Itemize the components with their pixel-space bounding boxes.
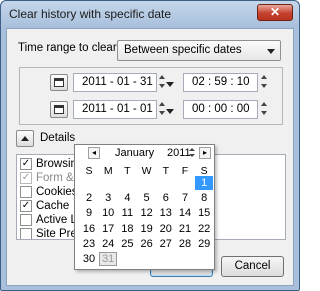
item-checkbox[interactable]	[20, 214, 32, 226]
calendar-day[interactable]: 19	[138, 222, 156, 236]
calendar-day[interactable]: 13	[157, 206, 175, 220]
calendar-day[interactable]: 6	[157, 191, 175, 205]
calendar-day[interactable]: 11	[118, 206, 136, 220]
calendar-day[interactable]: 4	[118, 191, 136, 205]
spin-up-icon	[159, 102, 165, 106]
to-date-field[interactable]: 2011 - 01 - 01	[73, 100, 157, 119]
calendar-day[interactable]: 1	[195, 176, 214, 190]
item-checkbox[interactable]: ✓	[20, 200, 32, 212]
close-icon: ✕	[269, 5, 281, 19]
spin-down-icon	[189, 154, 195, 157]
calendar-day[interactable]: 31	[99, 252, 118, 266]
calendar-day[interactable]: 2	[80, 191, 98, 205]
item-checkbox[interactable]	[20, 186, 32, 198]
prev-month-button[interactable]: ◂	[88, 147, 100, 159]
calendar-day[interactable]: 30	[80, 252, 98, 266]
dialog-body: Time range to clear: Between specific da…	[6, 28, 294, 286]
calendar-day[interactable]: 12	[138, 206, 156, 220]
calendar-day[interactable]: 10	[99, 206, 117, 220]
calendar-day[interactable]: 27	[157, 237, 175, 251]
spin-up-icon	[189, 148, 195, 151]
item-checkbox[interactable]	[20, 228, 32, 239]
chevron-up-icon	[21, 136, 29, 141]
spin-down-icon	[159, 84, 165, 88]
time-range-label: Time range to clear:	[18, 42, 120, 54]
spin-down-icon	[261, 84, 267, 88]
from-time-field[interactable]: 02 : 59 : 10	[183, 73, 258, 92]
chevron-left-icon: ◂	[91, 148, 96, 157]
item-label: Cookies	[36, 186, 78, 198]
weekday-header: W	[141, 165, 152, 177]
calendar-day[interactable]: 25	[118, 237, 136, 251]
calendar-day[interactable]: 15	[195, 206, 213, 220]
next-month-button[interactable]: ▸	[199, 147, 211, 159]
calendar-icon	[54, 78, 64, 87]
calendar-day[interactable]: 26	[138, 237, 156, 251]
calendar-popup: ◂ January 2011 ▸ S M T W T F S 1 2 3 4 5 6 7 8 9 10 11 12 1…	[74, 144, 215, 270]
calendar-header: ◂ January 2011 ▸	[75, 147, 216, 161]
calendar-month: January	[115, 147, 155, 159]
calendar-day[interactable]: 18	[118, 222, 136, 236]
close-button[interactable]: ✕	[257, 4, 293, 21]
to-time-field[interactable]: 00 : 00 : 00	[183, 100, 258, 119]
weekday-header: M	[103, 165, 113, 177]
calendar-day[interactable]: 21	[176, 222, 194, 236]
calendar-day[interactable]: 14	[176, 206, 194, 220]
to-date-dropdown-icon[interactable]	[166, 109, 174, 114]
from-time-spinner[interactable]	[260, 74, 270, 91]
spin-down-icon	[261, 111, 267, 115]
calendar-day[interactable]: 24	[99, 237, 117, 251]
dialog-window: Clear history with specific date ✕ Time …	[0, 0, 300, 291]
calendar-icon	[54, 105, 64, 114]
window-title: Clear history with specific date	[9, 7, 172, 21]
weekday-header: T	[162, 165, 169, 177]
from-calendar-button[interactable]	[50, 74, 68, 91]
cancel-button[interactable]: Cancel	[221, 256, 284, 277]
weekday-header: F	[181, 165, 189, 177]
weekday-header: T	[124, 165, 131, 177]
chevron-down-icon	[267, 49, 275, 54]
spin-up-icon	[261, 75, 267, 79]
from-date-dropdown-icon[interactable]	[166, 82, 174, 87]
calendar-day[interactable]: 9	[80, 206, 98, 220]
calendar-day[interactable]: 20	[157, 222, 175, 236]
spin-up-icon	[261, 102, 267, 106]
from-date-field[interactable]: 2011 - 01 - 31	[73, 73, 157, 92]
time-range-select[interactable]: Between specific dates	[117, 40, 281, 61]
item-checkbox: ✓	[20, 172, 32, 184]
calendar-day[interactable]: 22	[195, 222, 213, 236]
chevron-right-icon: ▸	[202, 148, 207, 157]
title-bar[interactable]: Clear history with specific date ✕	[1, 1, 299, 27]
calendar-day[interactable]: 16	[80, 222, 98, 236]
date-range-group: 2011 - 01 - 31 02 : 59 : 10 2011 - 01 - …	[19, 67, 283, 125]
item-label: Cache	[36, 200, 70, 212]
calendar-day[interactable]: 23	[80, 237, 98, 251]
spin-up-icon	[159, 75, 165, 79]
item-checkbox[interactable]: ✓	[20, 158, 32, 170]
calendar-day[interactable]: 8	[195, 191, 213, 205]
details-toggle-button[interactable]	[16, 130, 34, 147]
spin-down-icon	[159, 111, 165, 115]
calendar-day[interactable]: 5	[138, 191, 156, 205]
details-label: Details	[40, 132, 76, 144]
calendar-day[interactable]: 28	[176, 237, 194, 251]
weekday-header: S	[85, 165, 93, 177]
calendar-day[interactable]: 29	[195, 237, 213, 251]
year-spinner[interactable]	[188, 147, 196, 159]
calendar-day[interactable]: 7	[176, 191, 194, 205]
to-time-spinner[interactable]	[260, 101, 270, 118]
calendar-day[interactable]: 17	[99, 222, 117, 236]
calendar-day[interactable]: 3	[99, 191, 117, 205]
to-calendar-button[interactable]	[50, 101, 68, 118]
time-range-value: Between specific dates	[124, 44, 242, 56]
